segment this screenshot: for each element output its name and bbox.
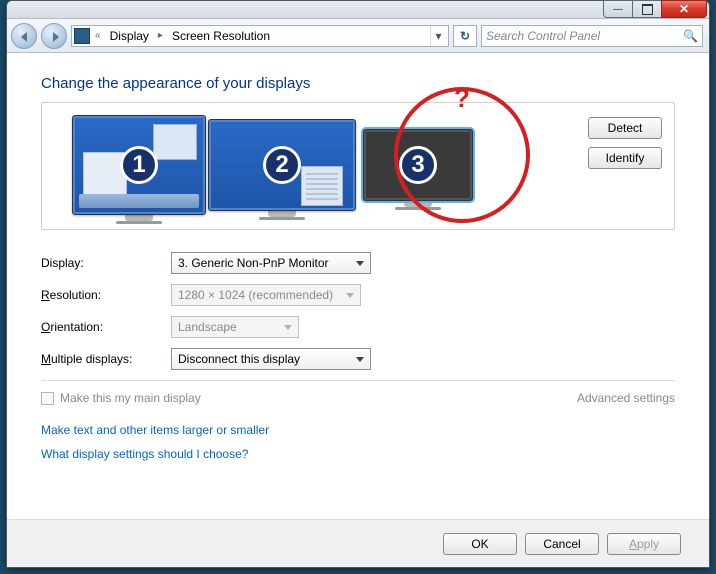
address-bar[interactable]: « Display ▸ Screen Resolution ▾: [71, 25, 449, 47]
footer: OK Cancel Apply: [7, 519, 709, 567]
breadcrumb-screen-resolution[interactable]: Screen Resolution: [168, 27, 274, 45]
chevron-icon: ▸: [155, 30, 166, 41]
minimize-button[interactable]: —: [603, 0, 633, 18]
display-label: Display:: [41, 256, 171, 270]
orientation-label: Orientation:: [41, 320, 171, 334]
monitor-3[interactable]: 3: [363, 129, 473, 210]
back-button[interactable]: [11, 23, 37, 49]
search-input[interactable]: Search Control Panel 🔍: [481, 25, 703, 47]
monitor-3-number: 3: [399, 146, 437, 184]
detect-button[interactable]: Detect: [588, 117, 662, 139]
monitor-2-number: 2: [263, 146, 301, 184]
titlebar: — ✕: [7, 1, 709, 19]
cancel-button[interactable]: Cancel: [525, 533, 599, 555]
main-display-checkbox: [41, 392, 54, 405]
search-icon[interactable]: 🔍: [683, 29, 698, 43]
control-panel-icon: [74, 28, 90, 44]
content: Change the appearance of your displays 1: [7, 53, 709, 481]
orientation-select: Landscape: [171, 316, 299, 338]
breadcrumb-display[interactable]: Display: [106, 27, 153, 45]
multiple-displays-select[interactable]: Disconnect this display: [171, 348, 371, 370]
refresh-button[interactable]: ↻: [453, 25, 477, 47]
search-placeholder: Search Control Panel: [486, 29, 600, 43]
navbar: « Display ▸ Screen Resolution ▾ ↻ Search…: [7, 19, 709, 53]
address-dropdown[interactable]: ▾: [430, 26, 446, 46]
link-help[interactable]: What display settings should I choose?: [41, 447, 675, 461]
page-title: Change the appearance of your displays: [41, 75, 675, 92]
multiple-displays-label: Multiple displays:: [41, 352, 171, 366]
advanced-settings-link[interactable]: Advanced settings: [577, 391, 675, 405]
identify-button[interactable]: Identify: [588, 147, 662, 169]
resolution-label: Resolution:: [41, 288, 171, 302]
apply-button: Apply: [607, 533, 681, 555]
main-display-label: Make this my main display: [60, 391, 201, 405]
close-button[interactable]: ✕: [661, 0, 707, 18]
monitor-1[interactable]: 1: [72, 115, 206, 224]
link-text-size[interactable]: Make text and other items larger or smal…: [41, 423, 675, 437]
breadcrumb-root: «: [92, 30, 104, 41]
display-select[interactable]: 3. Generic Non-PnP Monitor: [171, 252, 371, 274]
resolution-select: 1280 × 1024 (recommended): [171, 284, 361, 306]
display-preview: 1 2 3 ?: [41, 102, 675, 230]
window: — ✕ « Display ▸ Screen Resolution ▾ ↻ Se…: [6, 0, 710, 568]
ok-button[interactable]: OK: [443, 533, 517, 555]
monitor-1-number: 1: [120, 146, 158, 184]
monitor-2[interactable]: 2: [208, 119, 356, 220]
forward-button[interactable]: [41, 23, 67, 49]
maximize-button[interactable]: [632, 0, 662, 18]
